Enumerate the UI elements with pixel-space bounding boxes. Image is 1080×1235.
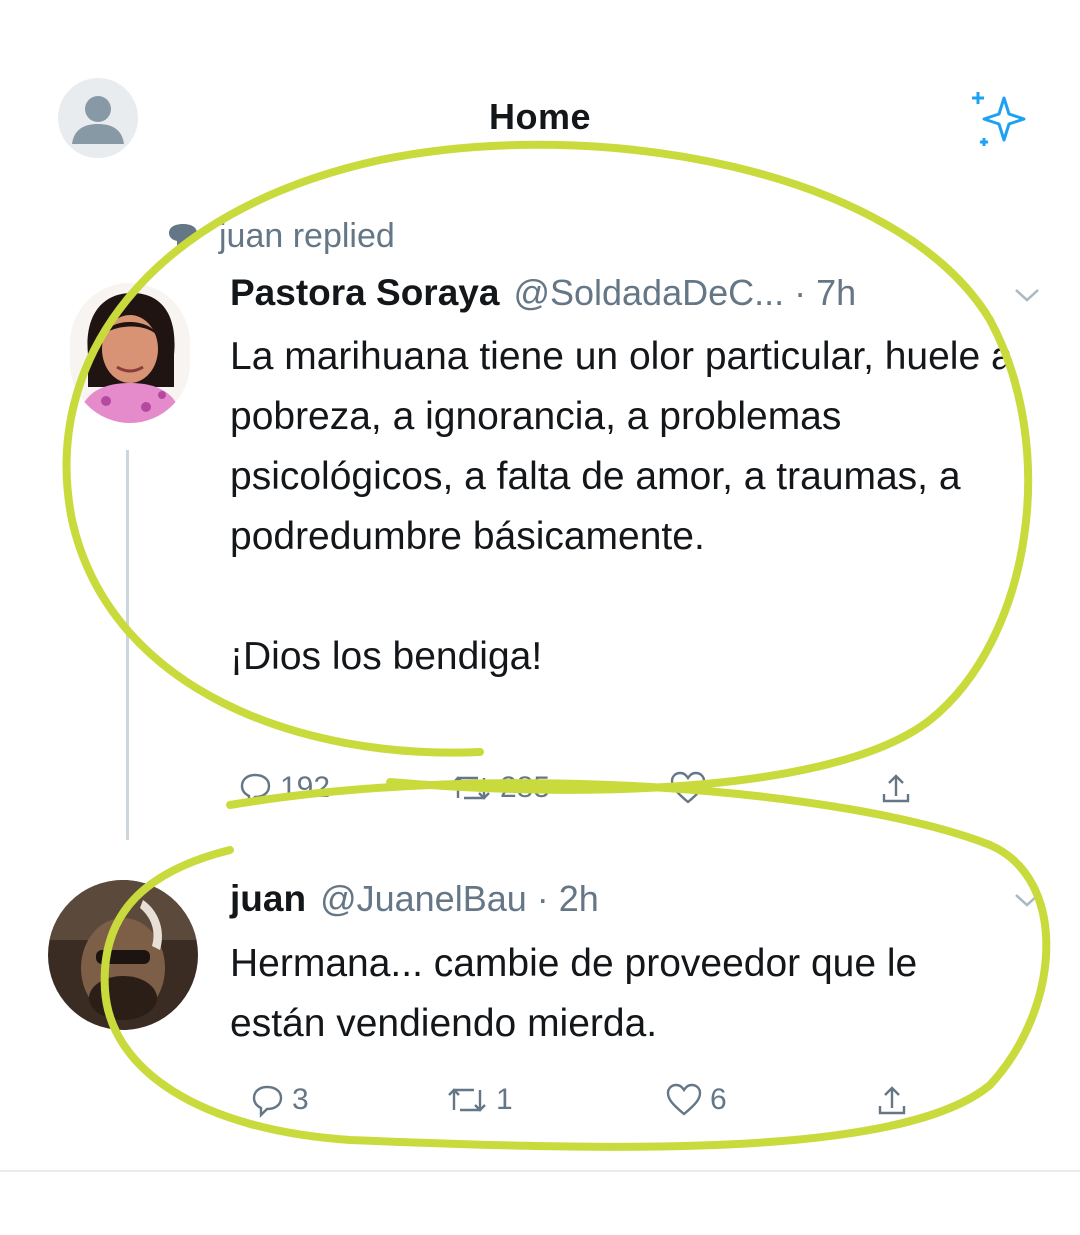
- reply-button[interactable]: 3: [248, 1082, 309, 1118]
- like-button[interactable]: 6: [664, 1082, 727, 1118]
- heart-icon: [666, 1083, 702, 1116]
- like-button[interactable]: [668, 770, 714, 806]
- author-name[interactable]: juan: [230, 878, 306, 920]
- tweet-header: juan @JuanelBau · 2h: [230, 878, 599, 920]
- share-button[interactable]: [878, 770, 914, 806]
- chevron-down-icon[interactable]: [1010, 285, 1044, 305]
- chevron-down-icon[interactable]: [1010, 890, 1044, 910]
- tweet-text: La marihuana tiene un olor particular, h…: [230, 335, 1013, 678]
- author-handle[interactable]: @SoldadaDeC... · 7h: [513, 272, 856, 314]
- reply-context-text: juan replied: [219, 216, 395, 255]
- retweet-icon: [452, 776, 490, 800]
- avatar-pastora-soraya[interactable]: [70, 283, 190, 423]
- like-count: 6: [710, 1083, 727, 1116]
- divider: [0, 1170, 1080, 1172]
- sparkle-icon[interactable]: [960, 84, 1040, 156]
- tweet-text: Hermana... cambie de proveedor que le es…: [230, 942, 929, 1045]
- avatar-image: [48, 880, 198, 1030]
- reply-count: 192: [280, 771, 331, 804]
- retweet-count: 285: [500, 771, 551, 804]
- page-title: Home: [488, 96, 592, 137]
- reply-context: juan replied: [165, 212, 395, 260]
- reply-icon: [252, 1085, 283, 1118]
- retweet-count: 1: [496, 1083, 513, 1116]
- avatar-image: [70, 283, 190, 423]
- heart-icon: [670, 771, 706, 804]
- share-button[interactable]: [874, 1082, 910, 1118]
- retweet-button[interactable]: 285: [448, 770, 550, 806]
- retweet-icon: [448, 1088, 486, 1112]
- speech-bubble-icon: [169, 224, 197, 248]
- author-handle[interactable]: @JuanelBau · 2h: [320, 878, 599, 920]
- retweet-button[interactable]: 1: [444, 1082, 513, 1118]
- avatar-juan[interactable]: [48, 880, 198, 1030]
- share-icon: [882, 774, 910, 803]
- author-name[interactable]: Pastora Soraya: [230, 272, 499, 314]
- tweet-header: Pastora Soraya @SoldadaDeC... · 7h: [230, 272, 856, 314]
- reply-button[interactable]: 192: [236, 770, 330, 806]
- share-icon: [878, 1086, 906, 1115]
- thread-line: [126, 450, 129, 840]
- reply-count: 3: [292, 1083, 309, 1116]
- reply-icon: [240, 773, 271, 806]
